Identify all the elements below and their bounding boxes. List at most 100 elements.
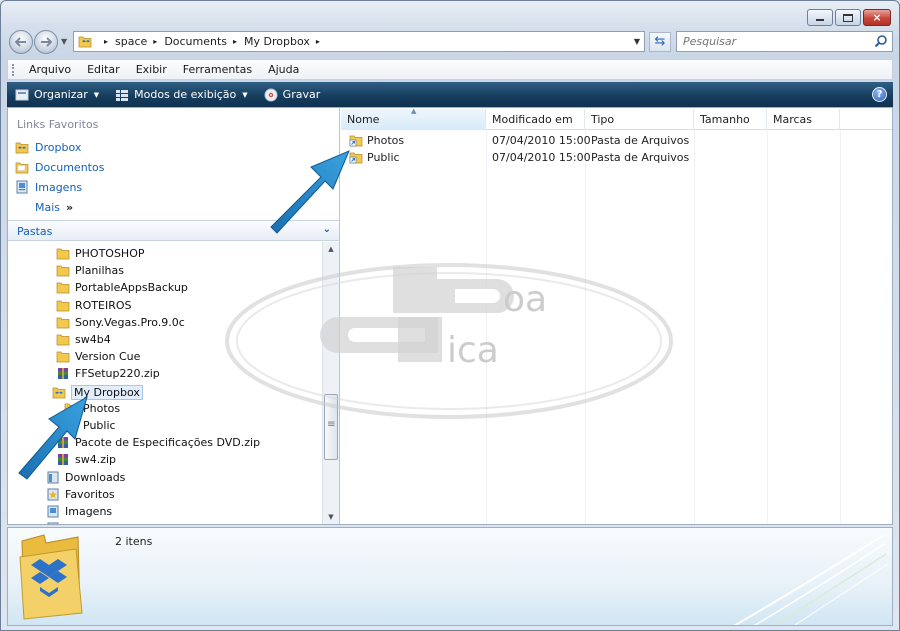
tree-item[interactable]: Imagens — [46, 505, 112, 518]
folder-icon — [64, 403, 78, 415]
tree-item[interactable]: PHOTOSHOP — [56, 247, 145, 260]
tree-item-label: sw4b4 — [75, 333, 111, 346]
organize-icon — [15, 89, 29, 100]
column-header-label: Marcas — [773, 113, 813, 126]
more-favorites-link[interactable]: Mais » — [35, 201, 73, 214]
folder-icon — [56, 265, 70, 277]
menu-exibir[interactable]: Exibir — [128, 63, 175, 76]
favorite-link-imagens[interactable]: Imagens — [15, 180, 82, 194]
help-button[interactable]: ? — [872, 87, 887, 102]
menu-ajuda[interactable]: Ajuda — [260, 63, 307, 76]
views-button[interactable]: Modos de exibição ▼ — [107, 82, 256, 107]
tree-item-label: FFSetup220.zip — [75, 367, 160, 381]
menu-arquivo[interactable]: Arquivo — [21, 63, 79, 76]
tree-item[interactable]: Photos — [64, 402, 120, 415]
breadcrumb-item[interactable]: ▸ — [98, 37, 115, 46]
favorite-link-documentos[interactable]: Documentos — [15, 160, 104, 174]
table-row[interactable]: Public 07/04/2010 15:00 Pasta de Arquivo… — [341, 149, 892, 166]
column-header-label: Modificado em — [492, 113, 573, 126]
organize-button[interactable]: Organizar ▼ — [7, 82, 107, 107]
caption-buttons: × — [807, 9, 891, 26]
column-headers: ▲ Nome Modificado em Tipo Tamanho Marcas — [341, 107, 892, 130]
folder-icon — [64, 420, 78, 432]
tree-item[interactable]: Pacote de Especificações DVD.zip — [56, 436, 260, 449]
tree-item-label: PortableAppsBackup — [75, 281, 188, 295]
back-button[interactable] — [9, 30, 33, 54]
maximize-icon — [843, 13, 853, 22]
close-button[interactable]: × — [863, 9, 891, 26]
decorative-swoosh — [733, 535, 889, 625]
tree-item[interactable]: Jogos Salvos — [46, 522, 134, 524]
tree-item[interactable]: sw4.zip — [56, 453, 116, 466]
tree-item-label: Version Cue — [75, 350, 141, 364]
column-header-size[interactable]: Tamanho — [694, 109, 767, 130]
organize-dropdown-icon: ▼ — [93, 90, 100, 99]
favorite-link-label: Documentos — [35, 160, 105, 174]
scrollbar-thumb[interactable] — [324, 394, 338, 460]
column-divider — [486, 130, 487, 524]
favorite-link-dropbox[interactable]: Dropbox — [15, 140, 81, 154]
tree-item-label: My Dropbox — [71, 384, 143, 400]
column-header-type[interactable]: Tipo — [585, 109, 694, 130]
dropbox-folder-icon — [15, 142, 29, 154]
breadcrumb-label: space — [115, 35, 148, 48]
burn-disc-icon — [264, 88, 278, 101]
tree-item[interactable]: Favoritos — [46, 488, 115, 501]
tree-item[interactable]: PortableAppsBackup — [56, 281, 188, 294]
favorites-icon — [47, 488, 59, 501]
menu-editar[interactable]: Editar — [79, 63, 128, 76]
column-header-tags[interactable]: Marcas — [767, 109, 840, 130]
tree-item-label: Pacote de Especificações DVD.zip — [75, 436, 261, 450]
address-history-dropdown-icon[interactable]: ▼ — [634, 37, 640, 46]
column-header-modified[interactable]: Modificado em — [486, 109, 585, 130]
recent-pages-dropdown-icon[interactable]: ▼ — [61, 37, 67, 46]
search-box — [676, 31, 893, 52]
shared-folder-icon — [349, 135, 363, 147]
folder-icon — [15, 162, 29, 174]
file-name-cell: Photos — [349, 134, 404, 147]
tree-item-label: Planilhas — [75, 264, 124, 278]
tree-item[interactable]: Sony.Vegas.Pro.9.0c — [56, 316, 185, 329]
minimize-icon — [815, 14, 825, 22]
scroll-down-icon[interactable]: ▼ — [323, 510, 339, 524]
folder-icon — [56, 334, 70, 346]
tree-item[interactable]: ROTEIROS — [56, 299, 132, 312]
file-name-cell: Public — [349, 151, 400, 164]
tree-item[interactable]: sw4b4 — [56, 333, 111, 346]
burn-button[interactable]: Gravar — [256, 82, 329, 107]
address-bar[interactable]: ▸ space ▸ Documents ▸ My Dropbox ▸ ▼ — [73, 31, 645, 52]
tree-item[interactable]: Version Cue — [56, 350, 140, 363]
refresh-button[interactable]: ⇆ — [649, 32, 671, 52]
scroll-up-icon[interactable]: ▲ — [323, 242, 339, 256]
folder-tree: PHOTOSHOP Planilhas PortableAppsBackup ROTE… — [8, 242, 322, 524]
tree-item[interactable]: FFSetup220.zip — [56, 367, 160, 380]
minimize-button[interactable] — [807, 9, 833, 26]
table-row[interactable]: Photos 07/04/2010 15:00 Pasta de Arquivo… — [341, 132, 892, 149]
saved-games-icon — [47, 522, 59, 524]
breadcrumb-item[interactable]: My Dropbox ▸ — [244, 35, 327, 48]
tree-item[interactable]: My Dropbox — [52, 384, 143, 400]
tree-item[interactable]: Downloads — [46, 471, 125, 484]
column-header-name[interactable]: ▲ Nome — [341, 107, 486, 130]
tree-item[interactable]: Public — [64, 419, 116, 432]
search-input[interactable] — [677, 32, 857, 51]
maximize-button[interactable] — [835, 9, 861, 26]
tree-item-label: Imagens — [65, 505, 113, 518]
tree-item[interactable]: Planilhas — [56, 264, 124, 277]
tree-scrollbar[interactable]: ▲ ▼ — [322, 242, 339, 524]
close-icon: × — [872, 10, 882, 24]
folders-header[interactable]: Pastas ⌄ — [8, 220, 339, 241]
menu-ferramentas[interactable]: Ferramentas — [175, 63, 260, 76]
chevron-down-icon[interactable]: ⌄ — [323, 224, 331, 235]
refresh-icon: ⇆ — [654, 34, 666, 49]
winrar-icon — [58, 368, 68, 380]
search-icon[interactable] — [874, 34, 888, 48]
breadcrumb-item[interactable]: space ▸ — [115, 35, 164, 48]
column-header-label: Tamanho — [700, 113, 750, 126]
breadcrumb-item[interactable]: Documents ▸ — [164, 35, 244, 48]
pictures-icon — [47, 505, 59, 518]
forward-button[interactable] — [34, 30, 58, 54]
burn-label: Gravar — [282, 88, 321, 101]
dropbox-folder-icon — [52, 387, 66, 398]
organize-label: Organizar — [34, 88, 88, 101]
